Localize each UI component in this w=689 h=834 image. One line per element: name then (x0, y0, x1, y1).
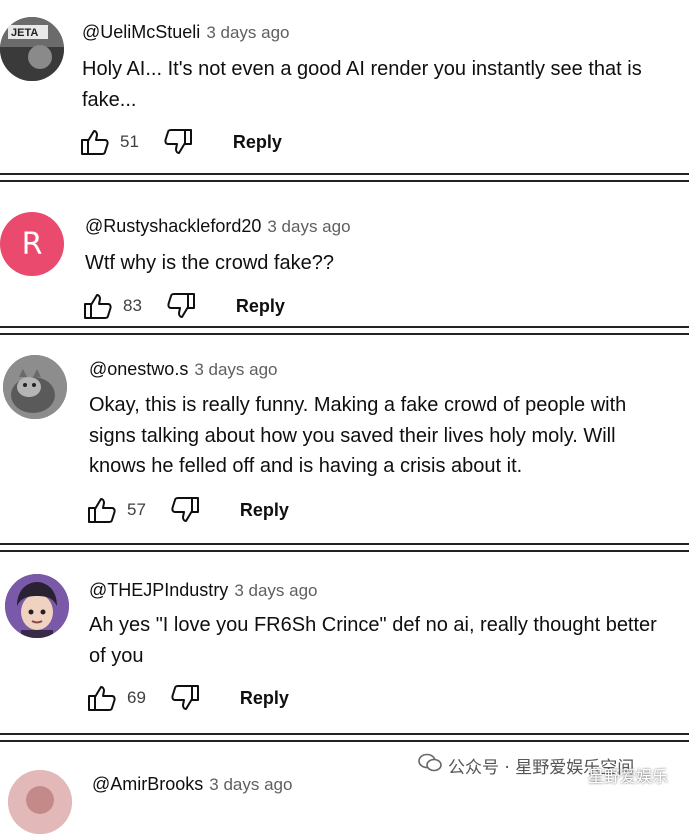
reply-button[interactable]: Reply (240, 688, 289, 709)
divider (0, 173, 689, 182)
author-name[interactable]: @AmirBrooks (92, 774, 203, 794)
thumbs-up-icon[interactable] (87, 684, 117, 712)
timestamp[interactable]: 3 days ago (234, 581, 317, 600)
comment-header: @onestwo.s 3 days ago (89, 359, 278, 380)
thumbs-down-icon[interactable] (166, 292, 196, 320)
comment-text: Okay, this is really funny. Making a fak… (89, 394, 627, 477)
avatar-cartoon-icon (5, 574, 69, 638)
reply-button[interactable]: Reply (236, 296, 285, 317)
author-name[interactable]: @Rustyshackleford20 (85, 216, 261, 236)
avatar-cat-photo-icon (3, 355, 67, 419)
divider (0, 326, 689, 335)
thumbs-down-icon[interactable] (170, 496, 200, 524)
author-name[interactable]: @onestwo.s (89, 359, 188, 379)
wechat-icon (418, 753, 442, 778)
comment-header: @AmirBrooks 3 days ago (92, 774, 292, 795)
thumbs-up-icon[interactable] (80, 128, 110, 156)
like-count: 51 (120, 132, 139, 151)
thumbs-up-icon[interactable] (87, 496, 117, 524)
avatar[interactable] (3, 355, 67, 419)
avatar[interactable]: JETA (0, 17, 64, 81)
avatar[interactable] (5, 574, 69, 638)
thumbs-up-icon[interactable] (83, 292, 113, 320)
reply-button[interactable]: Reply (240, 500, 289, 521)
timestamp[interactable]: 3 days ago (209, 775, 292, 794)
comment-actions: 69 Reply (87, 684, 289, 712)
like-count: 69 (127, 688, 146, 707)
comment-actions: 83 Reply (83, 292, 285, 320)
comment-text: Ah yes "I love you FR6Sh Crince" def no … (89, 614, 657, 667)
thumbs-down-icon[interactable] (170, 684, 200, 712)
comment-header: @THEJPIndustry 3 days ago (89, 580, 318, 601)
comment-actions: 51 Reply (80, 128, 282, 156)
timestamp[interactable]: 3 days ago (194, 360, 277, 379)
avatar-letter: R (21, 226, 43, 262)
thumbs-down-icon[interactable] (163, 128, 193, 156)
comment-header: @UeliMcStueli 3 days ago (82, 22, 290, 43)
author-name[interactable]: @THEJPIndustry (89, 580, 228, 600)
avatar[interactable]: R (0, 212, 64, 276)
timestamp[interactable]: 3 days ago (206, 23, 289, 42)
like-count: 83 (123, 296, 142, 315)
avatar-photo-icon: JETA (0, 17, 64, 81)
svg-text:JETA: JETA (11, 27, 38, 39)
comment-header: @Rustyshackleford20 3 days ago (85, 216, 351, 237)
timestamp[interactable]: 3 days ago (267, 217, 350, 236)
divider (0, 733, 689, 742)
avatar-photo-icon (8, 770, 72, 834)
reply-button[interactable]: Reply (233, 132, 282, 153)
divider (0, 543, 689, 552)
comment-actions: 57 Reply (87, 496, 289, 524)
watermark-overlay: 星野爱娱乐 (588, 767, 669, 786)
like-count: 57 (127, 500, 146, 519)
comment-text: Wtf why is the crowd fake?? (85, 252, 334, 274)
comment-text: Holy AI... It's not even a good AI rende… (82, 58, 642, 111)
avatar[interactable] (8, 770, 72, 834)
author-name[interactable]: @UeliMcStueli (82, 22, 200, 42)
